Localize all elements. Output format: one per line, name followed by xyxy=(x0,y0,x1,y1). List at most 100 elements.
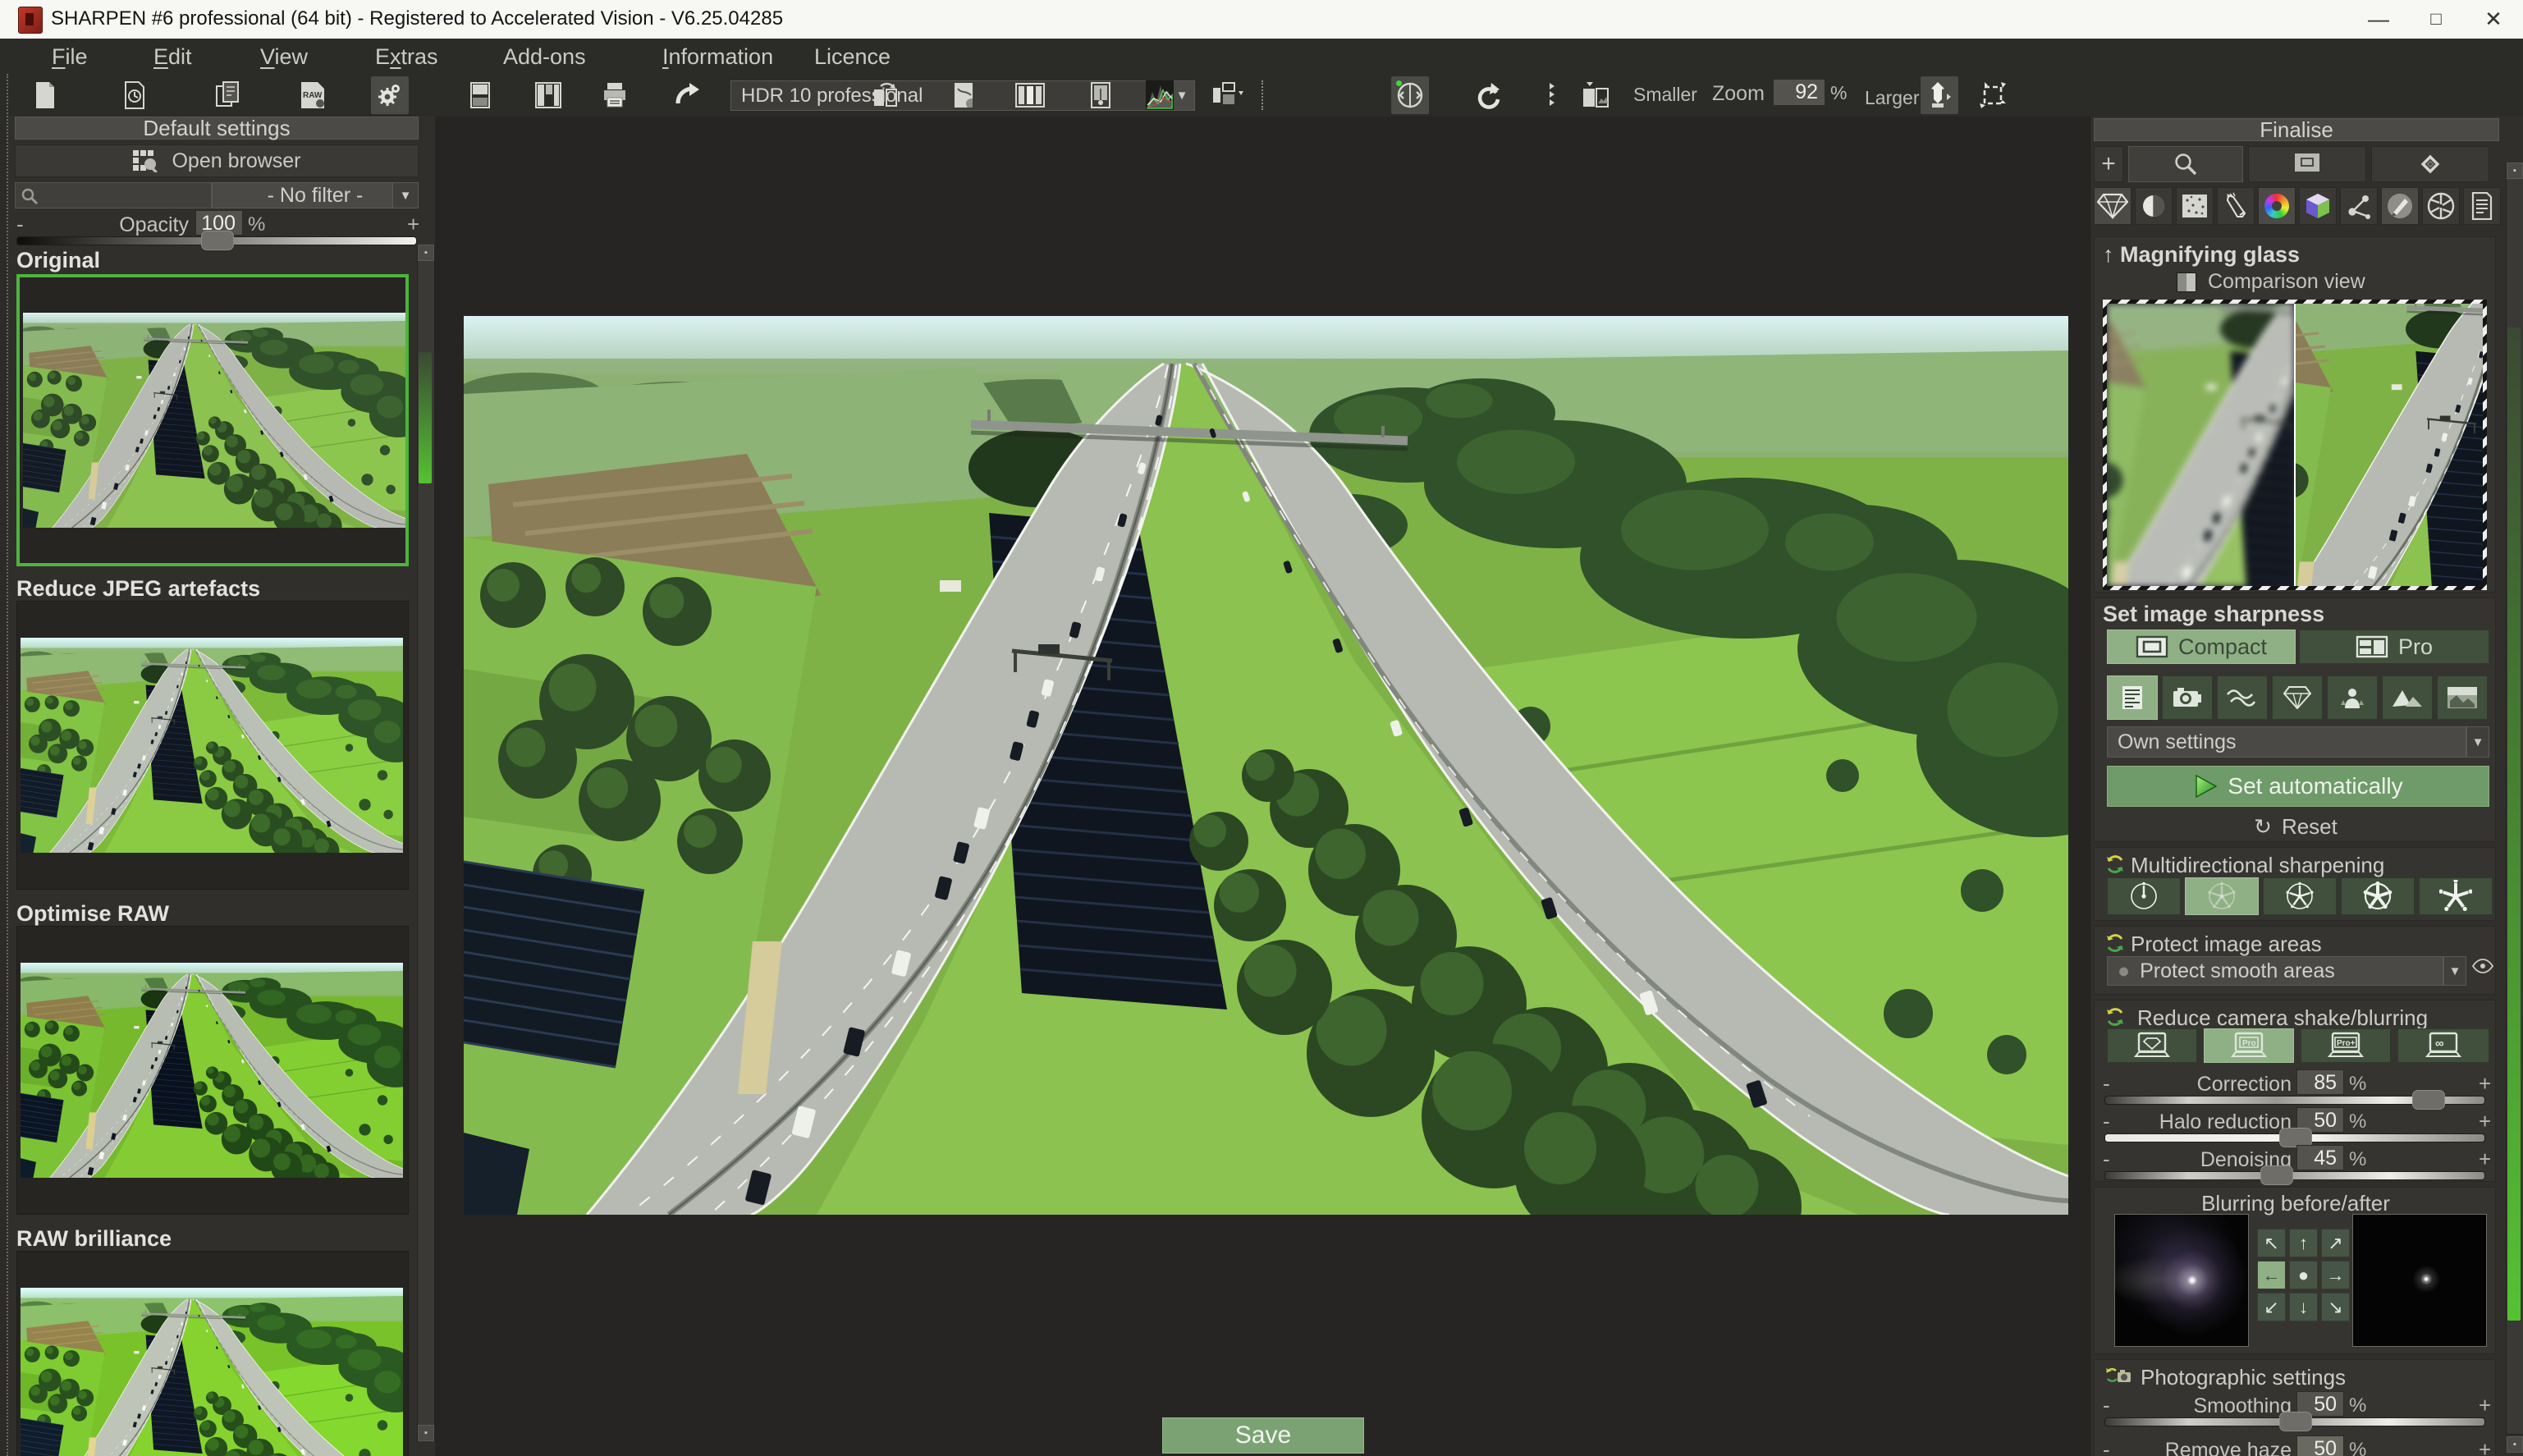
raw-button[interactable]: RAW xyxy=(294,76,332,114)
open-browser-button[interactable]: Open browser xyxy=(15,144,419,177)
chevron-down-icon[interactable]: ▼ xyxy=(2443,956,2466,986)
marker-button[interactable] xyxy=(2371,146,2489,182)
menu-file[interactable]: File xyxy=(52,44,88,70)
subject-mountains[interactable] xyxy=(2382,675,2433,720)
shake-mode-pro[interactable]: Pro xyxy=(2204,1028,2294,1063)
denoising-slider-thumb[interactable] xyxy=(2260,1165,2293,1185)
tab-pro[interactable]: Pro xyxy=(2299,630,2489,664)
comparison-toggle[interactable]: Comparison view xyxy=(2177,270,2365,294)
new-project-button[interactable] xyxy=(26,76,64,114)
blur-direction-down[interactable]: ↓ xyxy=(2289,1293,2318,1321)
dock-grip[interactable] xyxy=(0,74,8,1456)
split-view-button[interactable] xyxy=(461,76,499,114)
slider-plus[interactable]: + xyxy=(2479,1437,2491,1456)
page-slider-button[interactable] xyxy=(1082,76,1120,114)
copy-button[interactable] xyxy=(209,76,247,114)
tab-compact[interactable]: Compact xyxy=(2107,630,2296,664)
main-photo[interactable] xyxy=(464,316,2068,1215)
finalise-tool-aperture-icon[interactable] xyxy=(2422,187,2460,225)
preset-thumbnail-original[interactable] xyxy=(16,274,409,566)
triple-pane-button[interactable] xyxy=(1011,76,1049,114)
preset-filter-dropdown[interactable]: - No filter - ▼ xyxy=(212,182,419,208)
maximize-button[interactable]: □ xyxy=(2410,0,2462,38)
slider-minus[interactable]: - xyxy=(2103,1147,2110,1172)
directions-1-button[interactable] xyxy=(2107,877,2181,915)
shake-mode-basic[interactable] xyxy=(2107,1028,2197,1063)
export-share-button[interactable] xyxy=(668,76,706,114)
directions-3-button[interactable] xyxy=(2263,877,2337,915)
protect-dropdown[interactable]: ● Protect smooth areas xyxy=(2107,956,2443,986)
blur-direction-up[interactable]: ↑ xyxy=(2289,1229,2318,1257)
slider-plus[interactable]: + xyxy=(2479,1393,2491,1418)
history-button[interactable] xyxy=(117,76,155,114)
halo-slider[interactable] xyxy=(2104,1133,2485,1142)
reset-colored-icon[interactable] xyxy=(2104,854,2126,875)
transform-button[interactable] xyxy=(1974,76,2012,114)
opacity-minus[interactable]: - xyxy=(16,212,24,237)
preset-thumbnail-jpeg[interactable] xyxy=(16,601,409,890)
dots-chevron-button[interactable] xyxy=(1533,76,1571,114)
smoothing-slider[interactable] xyxy=(2104,1417,2485,1426)
export-image-button[interactable] xyxy=(1577,76,1615,114)
smoothing-slider-thumb[interactable] xyxy=(2279,1412,2312,1431)
filter-search-button[interactable] xyxy=(2128,146,2243,182)
denoising-slider[interactable] xyxy=(2104,1171,2485,1180)
finalise-header[interactable]: Finalise xyxy=(2094,118,2499,141)
finalise-tool-color-cube-icon[interactable] xyxy=(2299,187,2337,225)
finalise-tool-contrast-icon[interactable] xyxy=(2135,187,2173,225)
correction-value[interactable]: 85 xyxy=(2296,1069,2344,1095)
settings-button[interactable] xyxy=(371,76,409,114)
finalise-tool-nodes-icon[interactable] xyxy=(2340,187,2378,225)
presets-panel-header[interactable]: Default settings xyxy=(15,117,419,140)
menu-view[interactable]: View xyxy=(260,44,308,70)
subject-soft[interactable] xyxy=(2217,675,2268,720)
reset-colored-icon[interactable] xyxy=(2104,1006,2126,1028)
directions-2-button[interactable] xyxy=(2185,877,2259,915)
blur-direction-down-right[interactable]: ↘ xyxy=(2321,1293,2350,1321)
print-button[interactable] xyxy=(596,76,634,114)
denoising-value[interactable]: 45 xyxy=(2296,1145,2344,1170)
presets-scrollbar-thumb[interactable] xyxy=(419,352,432,483)
close-button[interactable]: ✕ xyxy=(2467,0,2520,38)
monitor-view-button[interactable] xyxy=(2248,146,2366,182)
directions-4-button[interactable] xyxy=(2341,877,2415,915)
shake-mode-proplus[interactable]: Pro+ xyxy=(2301,1028,2391,1063)
reset-camera-icon[interactable] xyxy=(2104,1366,2132,1387)
shake-mode-infinite[interactable]: ∞ xyxy=(2397,1028,2489,1063)
slider-minus[interactable]: - xyxy=(2103,1109,2110,1134)
finalise-tool-mask-brush-icon[interactable] xyxy=(2381,187,2419,225)
finalise-tool-gem-icon[interactable] xyxy=(2094,187,2132,225)
finalise-tool-color-wheel-icon[interactable] xyxy=(2258,187,2296,225)
chevron-down-icon[interactable]: ▼ xyxy=(2466,726,2489,758)
menu-add-ons[interactable]: Add-ons xyxy=(503,44,586,70)
set-automatically-button[interactable]: Set automatically xyxy=(2107,766,2489,807)
correction-slider-thumb[interactable] xyxy=(2412,1090,2445,1110)
blur-direction-up-right[interactable]: ↗ xyxy=(2321,1229,2350,1257)
subject-document-selected[interactable] xyxy=(2107,675,2158,720)
flip-button[interactable] xyxy=(867,76,904,114)
compare-view-button[interactable] xyxy=(1391,76,1429,114)
minimize-button[interactable]: — xyxy=(2352,0,2405,38)
menu-information[interactable]: Information xyxy=(662,44,773,70)
subject-landscape[interactable] xyxy=(2437,675,2488,720)
scroll-down-button[interactable]: ▪ xyxy=(2507,1436,2523,1453)
presets-scrollbar[interactable] xyxy=(417,245,435,1441)
zoom-value-field[interactable]: 92 xyxy=(1773,79,1825,106)
add-filter-button[interactable]: + xyxy=(2094,146,2123,182)
blur-direction-up-left[interactable]: ↖ xyxy=(2257,1229,2286,1257)
scroll-up-button[interactable]: ▪ xyxy=(2507,163,2523,179)
sharpness-preset-dropdown[interactable]: Own settings xyxy=(2107,726,2466,758)
slider-minus[interactable]: - xyxy=(2103,1393,2110,1418)
finalise-tool-noise-icon[interactable] xyxy=(2176,187,2214,225)
subject-portrait[interactable] xyxy=(2327,675,2378,720)
menu-edit[interactable]: Edit xyxy=(153,44,192,70)
preset-thumbnail-raw[interactable] xyxy=(16,926,409,1215)
blur-direction-down-left[interactable]: ↙ xyxy=(2257,1293,2286,1321)
zoom-larger-button[interactable] xyxy=(1921,76,1958,114)
slider-minus[interactable]: - xyxy=(2103,1437,2110,1456)
blur-direction-left[interactable]: ← xyxy=(2257,1261,2286,1289)
menu-extras[interactable]: Extras xyxy=(375,44,438,70)
page-curve-button[interactable] xyxy=(946,76,983,114)
finalise-scrollbar-thumb[interactable] xyxy=(2507,327,2521,1321)
slider-plus[interactable]: + xyxy=(2479,1071,2491,1097)
